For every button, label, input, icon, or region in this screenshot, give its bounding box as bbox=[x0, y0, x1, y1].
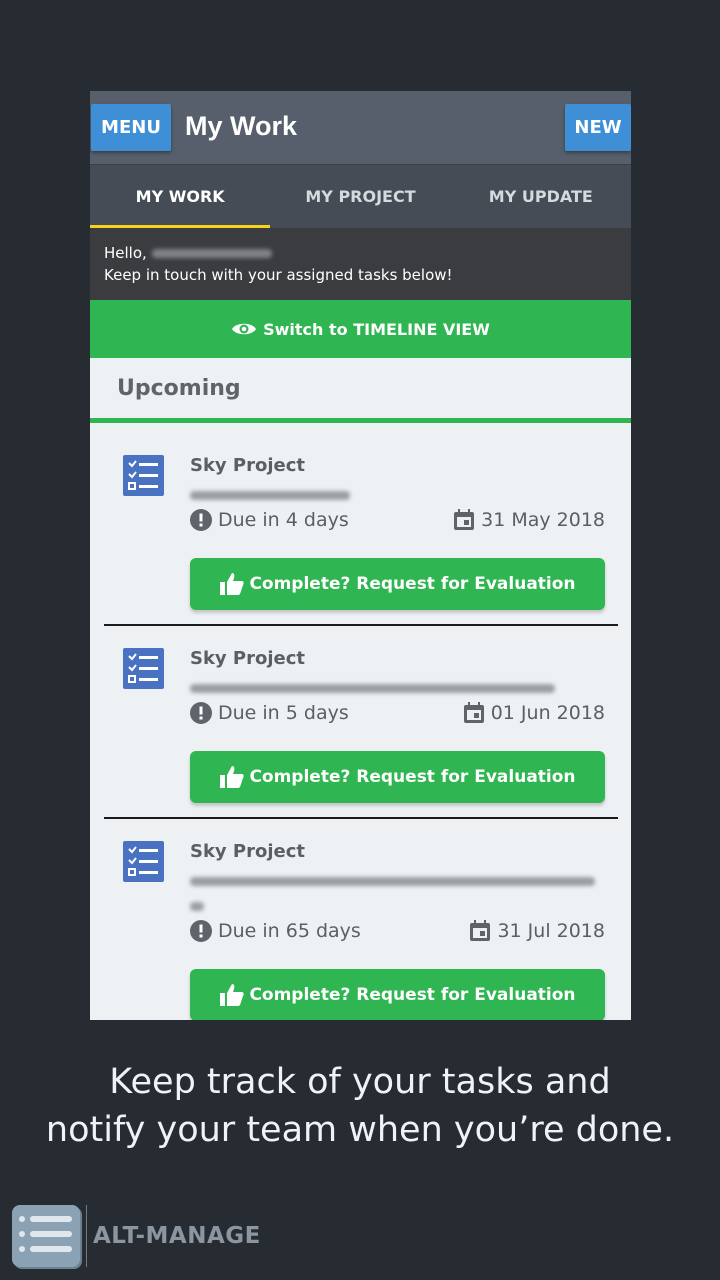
task-project-name: Sky Project bbox=[190, 455, 306, 476]
page-title: My Work bbox=[185, 111, 298, 141]
task-date: 31 May 2018 bbox=[453, 509, 605, 531]
tab-my-work[interactable]: MY WORK bbox=[90, 165, 271, 228]
task-list-icon bbox=[123, 455, 164, 496]
thumbs-up-icon bbox=[220, 766, 245, 788]
app-toolbar: MENU My Work NEW bbox=[90, 91, 631, 164]
request-evaluation-button[interactable]: Complete? Request for Evaluation bbox=[190, 558, 605, 610]
alert-icon bbox=[190, 920, 212, 942]
task-date: 01 Jun 2018 bbox=[463, 702, 605, 724]
alt-manage-logo-icon bbox=[12, 1205, 80, 1267]
tab-bar: MY WORK MY PROJECT MY UPDATE bbox=[90, 164, 631, 228]
thumbs-up-icon bbox=[220, 984, 245, 1006]
task-description-redacted bbox=[190, 678, 555, 697]
task-due: Due in 5 days bbox=[190, 702, 349, 724]
request-evaluation-label: Complete? Request for Evaluation bbox=[249, 767, 576, 787]
task-date-label: 01 Jun 2018 bbox=[490, 702, 605, 724]
greeting-hello: Hello, bbox=[104, 244, 147, 262]
new-button[interactable]: NEW bbox=[565, 104, 631, 151]
task-due: Due in 4 days bbox=[190, 509, 349, 531]
request-evaluation-button[interactable]: Complete? Request for Evaluation bbox=[190, 751, 605, 803]
request-evaluation-label: Complete? Request for Evaluation bbox=[249, 574, 576, 594]
promo-caption-line-1: Keep track of your tasks and bbox=[109, 1062, 611, 1102]
task-description-redacted bbox=[190, 485, 350, 504]
task-date-label: 31 May 2018 bbox=[481, 509, 605, 531]
task-list-icon bbox=[123, 648, 164, 689]
switch-timeline-button[interactable]: Switch to TIMELINE VIEW bbox=[90, 300, 631, 358]
section-title-upcoming: Upcoming bbox=[117, 376, 241, 401]
brand-footer: ALT-MANAGE bbox=[12, 1205, 261, 1267]
tab-my-project[interactable]: MY PROJECT bbox=[270, 165, 450, 228]
brand-name: ALT-MANAGE bbox=[93, 1223, 261, 1249]
section-divider bbox=[90, 418, 631, 423]
greeting-message: Keep in touch with your assigned tasks b… bbox=[104, 266, 453, 284]
task-project-name: Sky Project bbox=[190, 841, 306, 862]
switch-timeline-label: Switch to TIMELINE VIEW bbox=[263, 319, 490, 339]
request-evaluation-button[interactable]: Complete? Request for Evaluation bbox=[190, 969, 605, 1020]
task-due-label: Due in 4 days bbox=[218, 509, 349, 531]
task-due-label: Due in 65 days bbox=[218, 920, 361, 942]
task-date-label: 31 Jul 2018 bbox=[497, 920, 605, 942]
calendar-icon bbox=[463, 702, 484, 723]
task-divider bbox=[104, 624, 618, 626]
task-project-name: Sky Project bbox=[190, 648, 306, 669]
task-description-redacted bbox=[190, 871, 595, 911]
calendar-icon bbox=[454, 509, 475, 530]
task-list-icon bbox=[123, 841, 164, 882]
tab-my-update[interactable]: MY UPDATE bbox=[451, 165, 631, 228]
phone-screen: MENU My Work NEW MY WORK MY PROJECT MY U… bbox=[90, 91, 631, 1020]
task-date: 31 Jul 2018 bbox=[469, 920, 605, 942]
alert-icon bbox=[190, 702, 212, 724]
promo-caption-line-2: notify your team when you’re done. bbox=[45, 1110, 675, 1150]
greeting-banner: Hello, Keep in touch with your assigned … bbox=[90, 228, 631, 300]
redacted-username bbox=[151, 249, 272, 258]
eye-icon bbox=[232, 323, 257, 335]
task-due: Due in 65 days bbox=[190, 920, 361, 942]
calendar-icon bbox=[470, 920, 491, 941]
alert-icon bbox=[190, 509, 212, 531]
request-evaluation-label: Complete? Request for Evaluation bbox=[249, 985, 576, 1005]
task-due-label: Due in 5 days bbox=[218, 702, 349, 724]
task-divider bbox=[104, 817, 618, 819]
promo-caption: Keep track of your tasks and notify your… bbox=[0, 1058, 720, 1154]
menu-button[interactable]: MENU bbox=[91, 104, 171, 151]
thumbs-up-icon bbox=[220, 573, 245, 595]
brand-separator bbox=[86, 1205, 87, 1267]
